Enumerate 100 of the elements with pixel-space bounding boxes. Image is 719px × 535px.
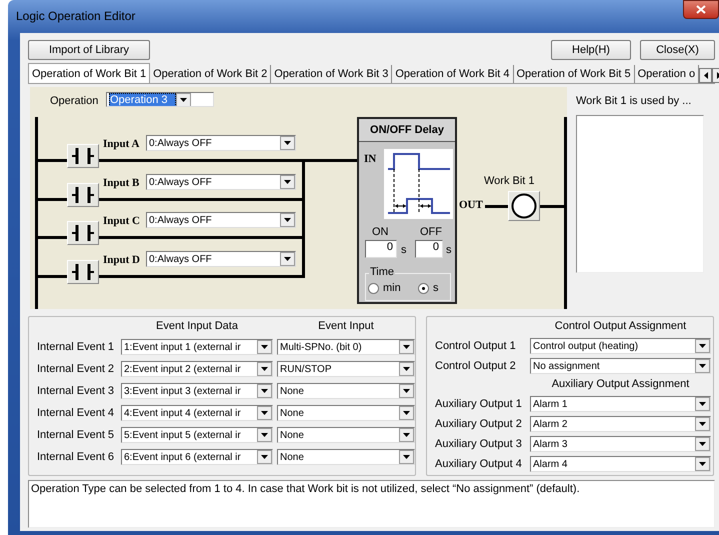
contact-icon: [72, 148, 94, 164]
output-dropdown[interactable]: Alarm 1: [530, 396, 711, 412]
input-dropdown[interactable]: 0:Always OFF: [146, 251, 296, 267]
output-label: Auxiliary Output 4: [434, 457, 523, 472]
input-label: Input D: [103, 254, 140, 266]
output-label: Auxiliary Output 2: [434, 417, 523, 432]
section-header: Control Output Assignment: [554, 320, 688, 334]
event-data-dropdown[interactable]: 2:Event input 2 (external ir: [121, 361, 273, 377]
timing-diagram-drawing: [384, 149, 453, 219]
close-button[interactable]: Close(X): [640, 40, 715, 60]
output-dropdown[interactable]: Control output (heating): [530, 338, 711, 354]
event-label: Internal Event 2: [36, 362, 116, 377]
caret-icon: [403, 389, 410, 393]
contact-icon: [72, 187, 94, 203]
input-dropdown[interactable]: 0:Always OFF: [146, 174, 296, 190]
off-label: OFF: [420, 226, 442, 238]
event-label: Internal Event 3: [36, 384, 116, 399]
section-header: Auxiliary Output Assignment: [550, 378, 690, 392]
coil-label: Work Bit 1: [484, 175, 535, 187]
scroll-left-button[interactable]: [699, 68, 712, 83]
output-label: Control Output 1: [434, 339, 517, 354]
caret-icon: [403, 367, 410, 371]
window-title: Logic Operation Editor: [16, 8, 136, 23]
unit-label: s: [446, 244, 452, 256]
contact-icon: [72, 225, 94, 241]
on-delay-field[interactable]: 0: [365, 240, 397, 258]
caret-icon: [261, 367, 268, 371]
caret-icon: [699, 442, 706, 446]
caret-icon: [261, 345, 268, 349]
coil-icon: [511, 193, 537, 219]
caret-icon: [699, 344, 706, 348]
close-button[interactable]: [683, 0, 719, 19]
caret-icon: [699, 402, 706, 406]
input-dropdown[interactable]: 0:Always OFF: [146, 135, 296, 151]
caret-icon: [180, 98, 188, 102]
event-input-dropdown[interactable]: None: [277, 427, 415, 443]
caret-icon: [261, 433, 268, 437]
event-data-dropdown[interactable]: 6:Event input 6 (external ir: [121, 449, 273, 465]
contact-button[interactable]: [67, 221, 99, 245]
caret-icon: [699, 462, 706, 466]
column-header: Event Input Data: [155, 320, 239, 333]
import-library-button[interactable]: Import of Library: [28, 40, 150, 60]
event-data-dropdown[interactable]: 3:Event input 3 (external ir: [121, 383, 273, 399]
input-label: Input A: [103, 138, 140, 150]
tab[interactable]: Operation of Work Bit 1: [28, 63, 150, 83]
usage-label: Work Bit 1 is used by ...: [576, 95, 692, 109]
radio-option[interactable]: min: [368, 282, 401, 294]
event-input-dropdown[interactable]: RUN/STOP: [277, 361, 415, 377]
caret-icon: [699, 364, 706, 368]
output-dropdown[interactable]: Alarm 4: [530, 456, 711, 472]
event-label: Internal Event 5: [36, 428, 116, 443]
column-header: Event Input: [317, 320, 375, 333]
caret-icon: [261, 411, 268, 415]
contact-button[interactable]: [67, 144, 99, 168]
delay-title: ON/OFF Delay: [359, 119, 455, 142]
event-data-dropdown[interactable]: 1:Event input 1 (external ir: [121, 339, 273, 355]
wire: [485, 205, 508, 208]
event-input-dropdown[interactable]: None: [277, 383, 415, 399]
caret-icon: [284, 180, 291, 184]
contact-icon: [72, 264, 94, 280]
caret-icon: [403, 411, 410, 415]
event-label: Internal Event 1: [36, 340, 116, 355]
event-label: Internal Event 6: [36, 450, 116, 465]
contact-button[interactable]: [67, 260, 99, 284]
caret-icon: [284, 257, 291, 261]
output-label: Auxiliary Output 1: [434, 397, 523, 412]
unit-label: s: [401, 244, 406, 256]
output-dropdown[interactable]: Alarm 3: [530, 436, 711, 452]
caret-icon: [284, 141, 291, 145]
input-label: Input B: [103, 177, 140, 189]
event-input-dropdown[interactable]: None: [277, 405, 415, 421]
output-dropdown[interactable]: No assignment: [530, 358, 711, 374]
time-label: Time: [369, 266, 396, 278]
caret-icon: [699, 422, 706, 426]
close-icon: [696, 5, 706, 14]
out-label: OUT: [459, 199, 483, 211]
in-label: IN: [364, 153, 376, 165]
event-data-dropdown[interactable]: 4:Event input 4 (external ir: [121, 405, 273, 421]
caret-icon: [261, 389, 268, 393]
caret-icon: [403, 345, 410, 349]
left-arrow-icon: [704, 72, 708, 79]
radio-option[interactable]: s: [418, 282, 438, 294]
output-label: Control Output 2: [434, 359, 517, 374]
caret-icon: [261, 455, 268, 459]
event-input-dropdown[interactable]: Multi-SPNo. (bit 0): [277, 339, 415, 355]
contact-button[interactable]: [67, 183, 99, 207]
operation-label: Operation: [50, 95, 98, 107]
coil-button[interactable]: [508, 191, 540, 221]
input-dropdown[interactable]: 0:Always OFF: [146, 212, 296, 228]
event-input-dropdown[interactable]: None: [277, 449, 415, 465]
event-data-dropdown[interactable]: 5:Event input 5 (external ir: [121, 427, 273, 443]
message-text: Operation Type can be selected from 1 to 4. In case that Work bit is not utilized, select “No assignment” (default).: [28, 480, 715, 528]
caret-icon: [284, 218, 291, 222]
help-button[interactable]: Help(H): [551, 40, 631, 60]
output-label: Auxiliary Output 3: [434, 437, 523, 452]
operation-dropdown[interactable]: Operation 3: [106, 92, 214, 107]
on-label: ON: [372, 226, 388, 238]
output-dropdown[interactable]: Alarm 2: [530, 416, 711, 432]
off-delay-field[interactable]: 0: [415, 240, 443, 258]
event-label: Internal Event 4: [36, 406, 116, 421]
